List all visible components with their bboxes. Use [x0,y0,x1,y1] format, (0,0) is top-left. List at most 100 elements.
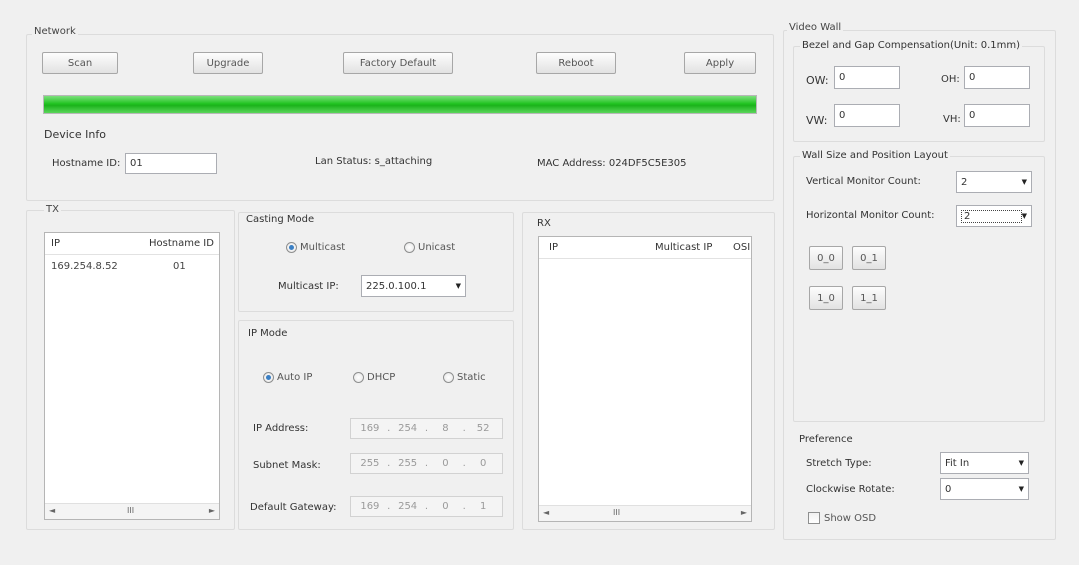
vertical-count-value: 2 [961,176,968,188]
rx-list-header: IP Multicast IP OSI [539,237,751,259]
rx-hscrollbar[interactable]: ◄ III ► [539,505,751,521]
ip-address-label: IP Address: [253,423,309,434]
progress-fill [44,96,756,113]
horizontal-count-label: Horizontal Monitor Count: [806,210,935,221]
multicast-label: Multicast [300,242,346,253]
tx-list-header: IP Hostname ID [45,233,219,255]
mac-address-label: MAC Address: 024DF5C5E305 [537,158,687,169]
tx-col-ip[interactable]: IP [51,238,60,249]
tx-title: TX [44,204,61,215]
factory-default-button[interactable]: Factory Default [343,52,453,74]
scroll-right-icon[interactable]: ► [741,508,747,517]
position-button-0-1[interactable]: 0_1 [852,246,886,270]
ip-dot: . [387,501,391,512]
ip-dot: . [424,501,429,512]
rx-title: RX [537,218,551,229]
clockwise-rotate-label: Clockwise Rotate: [806,484,895,495]
vw-label: VW: [806,114,828,127]
vw-input[interactable]: 0 [834,104,900,127]
position-button-0-0[interactable]: 0_0 [809,246,843,270]
stretch-type-label: Stretch Type: [806,458,872,469]
gw-octet-4: 1 [479,501,487,512]
scroll-thumb[interactable]: III [127,506,134,515]
scroll-thumb[interactable]: III [613,508,620,517]
gw-octet-3: 0 [442,501,449,512]
ip-octet-1: 169 [360,423,380,434]
ip-mode-title: IP Mode [248,328,288,339]
static-radio[interactable]: Static [443,372,486,383]
vertical-count-select[interactable]: 2 ▼ [956,171,1032,193]
upgrade-button[interactable]: Upgrade [193,52,263,74]
dhcp-radio-dot[interactable] [353,372,364,383]
chevron-down-icon: ▼ [1018,459,1024,467]
network-title: Network [32,26,78,37]
subnet-mask-label: Subnet Mask: [253,460,321,471]
oh-input[interactable]: 0 [964,66,1030,89]
rx-list[interactable]: IP Multicast IP OSI ◄ III ► [538,236,752,522]
stretch-type-select[interactable]: Fit In ▼ [940,452,1029,474]
hostname-input[interactable]: 01 [125,153,217,174]
tx-hscrollbar[interactable]: ◄ III ► [45,503,219,519]
tx-col-hostname[interactable]: Hostname ID [149,238,214,249]
ip-octet-4: 52 [476,423,490,434]
stretch-type-value: Fit In [945,457,970,469]
table-row[interactable]: 169.254.8.52 01 [45,259,219,277]
mask-octet-2: 255 [398,458,418,469]
mask-octet-1: 255 [360,458,380,469]
scan-button[interactable]: Scan [42,52,118,74]
static-radio-dot[interactable] [443,372,454,383]
ip-dot: . [462,458,466,469]
casting-mode-group [238,212,514,312]
auto-ip-radio-dot[interactable] [263,372,274,383]
vh-input[interactable]: 0 [964,104,1030,127]
casting-mode-title: Casting Mode [246,214,315,225]
rx-col-osi[interactable]: OSI [733,242,750,253]
rx-col-ip[interactable]: IP [549,242,558,253]
hostname-label: Hostname ID: [52,158,121,169]
lan-status-label: Lan Status: s_attaching [315,156,433,167]
tx-row-hostname: 01 [173,261,186,272]
subnet-mask-field[interactable]: 255. 255. 0. 0 [350,453,503,474]
reboot-button[interactable]: Reboot [536,52,616,74]
ip-dot: . [424,423,429,434]
rx-col-multicast-ip[interactable]: Multicast IP [655,242,712,253]
scroll-left-icon[interactable]: ◄ [543,508,549,517]
static-label: Static [457,372,486,383]
chevron-down-icon: ▼ [1018,485,1024,493]
wall-layout-title: Wall Size and Position Layout [800,150,950,161]
apply-button[interactable]: Apply [684,52,756,74]
auto-ip-radio[interactable]: Auto IP [263,372,312,383]
tx-list[interactable]: IP Hostname ID 169.254.8.52 01 ◄ III ► [44,232,220,520]
horizontal-count-value: 2 [961,209,1022,223]
gateway-field[interactable]: 169. 254. 0. 1 [350,496,503,517]
unicast-radio-dot[interactable] [404,242,415,253]
position-button-1-0[interactable]: 1_0 [809,286,843,310]
ow-input[interactable]: 0 [834,66,900,89]
vh-label: VH: [943,114,961,125]
bezel-group [793,46,1045,142]
multicast-radio[interactable]: Multicast [286,242,345,253]
ip-address-field[interactable]: 169. 254. 8. 52 [350,418,503,439]
oh-label: OH: [941,74,960,85]
preference-title: Preference [799,434,853,445]
chevron-down-icon: ▼ [1021,212,1027,220]
progress-bar [43,95,757,114]
tx-row-ip: 169.254.8.52 [51,261,118,272]
show-osd-checkbox[interactable]: Show OSD [808,512,876,524]
gw-octet-1: 169 [360,501,380,512]
multicast-radio-dot[interactable] [286,242,297,253]
scroll-left-icon[interactable]: ◄ [49,506,55,515]
position-button-1-1[interactable]: 1_1 [852,286,886,310]
show-osd-checkbox-box[interactable] [808,512,820,524]
unicast-radio[interactable]: Unicast [404,242,455,253]
device-info-title: Device Info [44,128,106,141]
multicast-ip-select[interactable]: 225.0.100.1 ▼ [361,275,466,297]
mask-octet-4: 0 [479,458,487,469]
unicast-label: Unicast [418,242,456,253]
multicast-ip-label: Multicast IP: [278,281,339,292]
horizontal-count-select[interactable]: 2 ▼ [956,205,1032,227]
scroll-right-icon[interactable]: ► [209,506,215,515]
chevron-down-icon: ▼ [1021,178,1027,186]
dhcp-radio[interactable]: DHCP [353,372,395,383]
clockwise-rotate-select[interactable]: 0 ▼ [940,478,1029,500]
